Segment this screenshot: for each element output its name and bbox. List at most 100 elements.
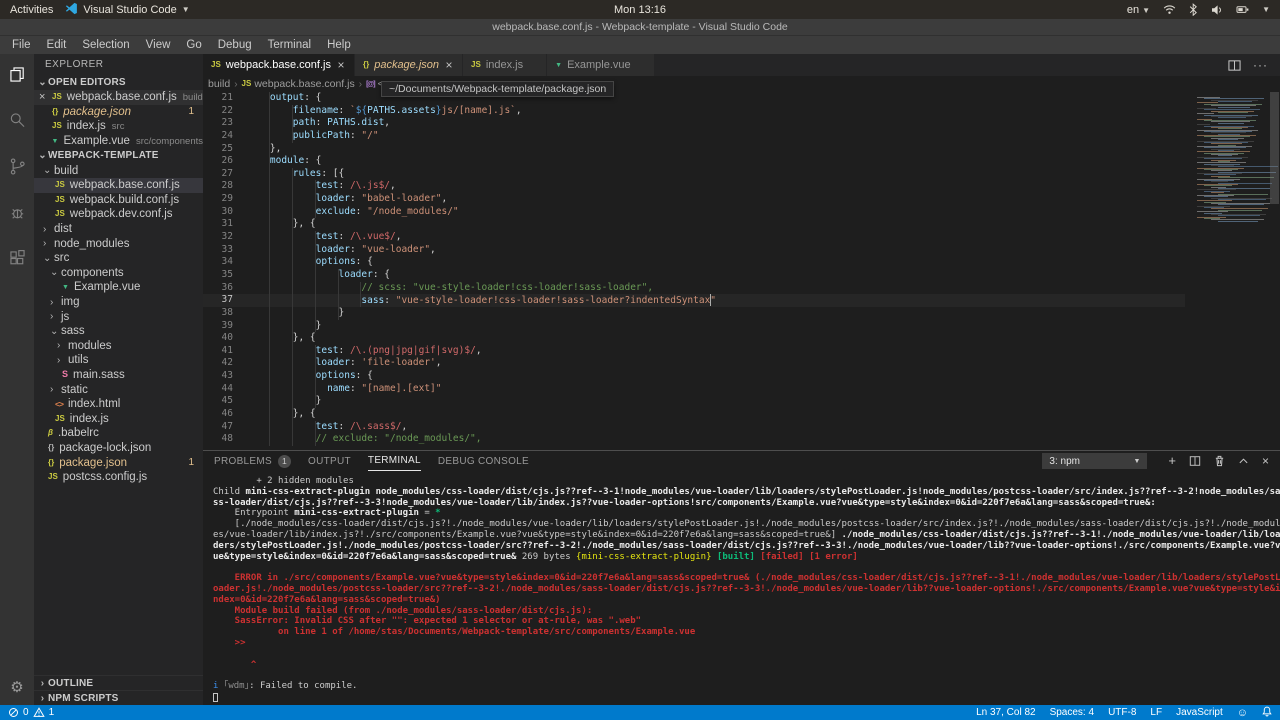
open-editor-index-js[interactable]: JS index.js src xyxy=(34,119,203,134)
code-line-40[interactable]: 40}, { xyxy=(203,332,1185,345)
tab-package-json[interactable]: {} package.json × xyxy=(354,54,464,76)
close-panel-icon[interactable]: × xyxy=(1262,455,1269,467)
maximize-panel-chevron-icon[interactable] xyxy=(1238,456,1249,466)
panel-tab-problems[interactable]: PROBLEMS 1 xyxy=(214,451,291,471)
code-line-46[interactable]: 46}, { xyxy=(203,408,1185,421)
code-line-41[interactable]: 41 test: /\.(png|jpg|gif|svg)$/, xyxy=(203,344,1185,358)
status-spaces-4[interactable]: Spaces: 4 xyxy=(1050,707,1094,718)
menu-help[interactable]: Help xyxy=(319,36,359,54)
editor-scrollbar[interactable] xyxy=(1268,92,1280,450)
menu-debug[interactable]: Debug xyxy=(210,36,260,54)
folder-utils[interactable]: › utils xyxy=(34,353,203,368)
kill-terminal-trash-icon[interactable] xyxy=(1214,455,1225,467)
file-index-js[interactable]: JS index.js xyxy=(34,411,203,426)
status-ln-37[interactable]: Ln 37, Col 82 xyxy=(976,707,1036,718)
code-line-33[interactable]: 33 loader: "vue-loader", xyxy=(203,243,1185,257)
terminal-content[interactable]: + 2 hidden modules Child mini-css-extract… xyxy=(203,471,1280,705)
wifi-icon[interactable] xyxy=(1163,4,1176,15)
code-line-21[interactable]: 21 output: { xyxy=(203,92,1185,105)
section-npm-scripts[interactable]: › NPM SCRIPTS xyxy=(34,690,203,705)
open-editor-webpack-base-conf-js[interactable]: × JS webpack.base.conf.js build xyxy=(34,90,203,105)
folder-modules[interactable]: › modules xyxy=(34,339,203,354)
section-workspace-root[interactable]: ⌄ WEBPACK-TEMPLATE xyxy=(34,148,203,163)
code-line-47[interactable]: 47 test: /\.sass$/, xyxy=(203,420,1185,434)
tab-index-js[interactable]: JS index.js xyxy=(463,54,548,76)
split-editor-icon[interactable] xyxy=(1228,59,1241,72)
source-control-icon[interactable] xyxy=(7,156,28,177)
battery-icon[interactable] xyxy=(1236,4,1249,15)
panel-tab-debug-console[interactable]: DEBUG CONSOLE xyxy=(438,451,529,471)
debug-icon[interactable] xyxy=(7,202,28,223)
breadcrumb-item-webpack-base-conf-js[interactable]: JS webpack.base.conf.js xyxy=(242,78,355,90)
code-editor[interactable]: 21 output: {22 filename: `${PATHS.assets}j… xyxy=(203,92,1280,450)
section-open-editors[interactable]: ⌄ OPEN EDITORS xyxy=(34,75,203,90)
minimap[interactable] xyxy=(1194,97,1278,222)
folder-img[interactable]: › img xyxy=(34,295,203,310)
file-main-sass[interactable]: Smain.sass xyxy=(34,368,203,383)
new-terminal-icon[interactable]: + xyxy=(1168,454,1176,467)
code-line-48[interactable]: 48 // exclude: "/node_modules/", xyxy=(203,433,1185,446)
split-terminal-icon[interactable] xyxy=(1189,455,1201,467)
menu-selection[interactable]: Selection xyxy=(74,36,137,54)
code-line-45[interactable]: 45} xyxy=(203,395,1185,409)
folder-src[interactable]: ⌄ src xyxy=(34,251,203,266)
file-postcss-config-js[interactable]: JS postcss.config.js xyxy=(34,470,203,485)
code-line-26[interactable]: 26 module: { xyxy=(203,155,1185,168)
terminal-selector[interactable]: 3: npm ▼ xyxy=(1042,453,1148,469)
code-line-44[interactable]: 44 name: "[name].[ext]" xyxy=(203,382,1185,396)
open-editor-example-vue[interactable]: ▼ Example.vue src/components xyxy=(34,134,203,149)
search-icon[interactable] xyxy=(7,110,28,131)
code-line-30[interactable]: 30 exclude: "/node_modules/" xyxy=(203,205,1185,219)
explorer-files-icon[interactable] xyxy=(7,64,28,85)
menu-file[interactable]: File xyxy=(4,36,39,54)
activities-button[interactable]: Activities xyxy=(10,4,53,16)
panel-tab-output[interactable]: OUTPUT xyxy=(308,451,351,471)
code-line-42[interactable]: 42 loader: 'file-loader', xyxy=(203,357,1185,371)
code-line-32[interactable]: 32 test: /\.vue$/, xyxy=(203,231,1185,244)
file-webpack-dev-conf-js[interactable]: JS webpack.dev.conf.js xyxy=(34,207,203,222)
file-package-json[interactable]: {} package.json 1 xyxy=(34,455,203,470)
extensions-icon[interactable] xyxy=(7,248,28,269)
scrollbar-thumb[interactable] xyxy=(1270,92,1279,204)
problems-status[interactable]: 0 1 xyxy=(8,707,54,718)
bluetooth-icon[interactable] xyxy=(1189,3,1198,16)
file-webpack-base-conf-js[interactable]: JS webpack.base.conf.js xyxy=(34,177,203,193)
file-package-lock-json[interactable]: {} package-lock.json xyxy=(34,441,203,456)
status-javascript[interactable]: JavaScript xyxy=(1176,707,1223,718)
folder-build[interactable]: ⌄ build xyxy=(34,163,203,178)
code-line-43[interactable]: 43 options: { xyxy=(203,370,1185,383)
system-menu-chevron-icon[interactable]: ▼ xyxy=(1262,5,1270,14)
code-line-27[interactable]: 27 rules: [{ xyxy=(203,167,1185,181)
menu-go[interactable]: Go xyxy=(178,36,209,54)
menu-edit[interactable]: Edit xyxy=(39,36,75,54)
code-line-25[interactable]: 25}, xyxy=(203,142,1185,156)
code-line-37[interactable]: 37 sass: "vue-style-loader!css-loader!sas… xyxy=(203,294,1185,307)
folder-static[interactable]: › static xyxy=(34,382,203,397)
tab-example-vue[interactable]: ▼ Example.vue xyxy=(547,54,655,76)
open-editor-package-json[interactable]: {} package.json 1 xyxy=(34,105,203,120)
folder-dist[interactable]: › dist xyxy=(34,222,203,237)
menu-terminal[interactable]: Terminal xyxy=(260,36,319,54)
app-menu-button[interactable]: Visual Studio Code ▼ xyxy=(65,2,190,18)
code-line-28[interactable]: 28 test: /\.js$/, xyxy=(203,180,1185,194)
file-webpack-build-conf-js[interactable]: JS webpack.build.conf.js xyxy=(34,193,203,208)
code-line-23[interactable]: 23 path: PATHS.dist, xyxy=(203,117,1185,130)
tab-webpack-base-conf-js[interactable]: JS webpack.base.conf.js × xyxy=(203,54,355,76)
code-line-38[interactable]: 38} xyxy=(203,306,1185,320)
menu-view[interactable]: View xyxy=(138,36,179,54)
code-line-36[interactable]: 36 // scss: "vue-style-loader!css-loader!… xyxy=(203,281,1185,295)
folder-js[interactable]: › js xyxy=(34,309,203,324)
folder-node-modules[interactable]: › node_modules xyxy=(34,236,203,251)
clock[interactable]: Mon 13:16 xyxy=(614,4,666,16)
settings-gear-icon[interactable]: ⚙ xyxy=(10,680,23,695)
folder-components[interactable]: ⌄ components xyxy=(34,266,203,281)
section-outline[interactable]: › OUTLINE xyxy=(34,675,203,690)
status-utf-8[interactable]: UTF-8 xyxy=(1108,707,1136,718)
code-line-24[interactable]: 24 publicPath: "/" xyxy=(203,129,1185,143)
code-line-22[interactable]: 22 filename: `${PATHS.assets}js/[name].js… xyxy=(203,104,1185,118)
notifications-bell-icon[interactable] xyxy=(1262,706,1272,720)
close-icon[interactable]: × xyxy=(444,58,454,72)
more-actions-icon[interactable]: ··· xyxy=(1253,59,1268,71)
panel-tab-terminal[interactable]: TERMINAL xyxy=(367,451,421,471)
status-lf[interactable]: LF xyxy=(1150,707,1162,718)
